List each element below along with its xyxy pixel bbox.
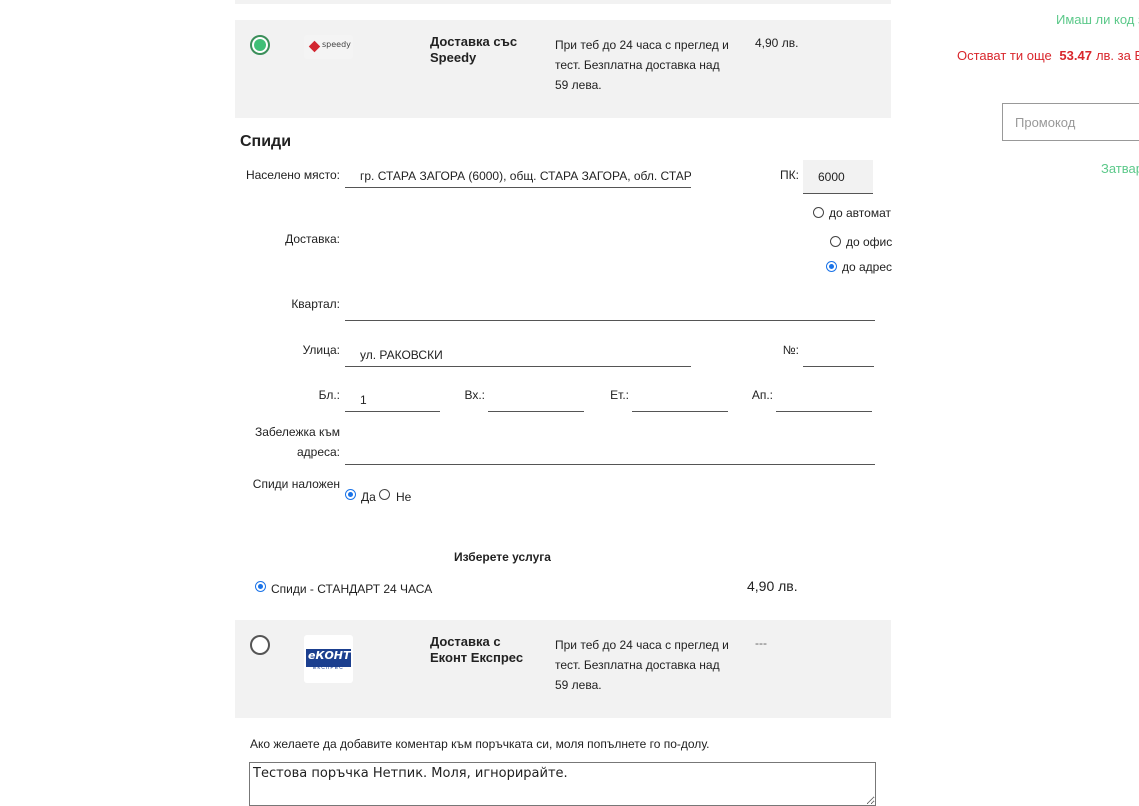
city-label: Населено място: — [245, 168, 340, 182]
apartment-input[interactable] — [776, 388, 872, 412]
promo-code-input[interactable] — [1002, 103, 1139, 141]
address-note-input[interactable] — [345, 441, 875, 465]
econt-logo-text: еКОНТ — [308, 649, 351, 662]
speedy-radio[interactable] — [250, 35, 270, 55]
delivery-locker-radio[interactable] — [813, 207, 824, 218]
econt-radio[interactable] — [250, 635, 270, 655]
service-standard-radio[interactable] — [255, 581, 266, 592]
delivery-address-label: до адрес — [842, 260, 893, 274]
shipping-option-econt[interactable]: еКОНТ ЕКСПРЕС Доставка с Еконт Експрес П… — [235, 620, 891, 718]
delivery-office-radio[interactable] — [830, 236, 841, 247]
district-label: Квартал: — [291, 297, 340, 311]
promo-code-question-link[interactable]: Имаш ли код з — [1056, 12, 1139, 27]
district-input[interactable] — [345, 297, 875, 321]
shipping-option-name: Доставка със Speedy — [430, 34, 518, 65]
free-shipping-remaining: Остават ти още 53.47лв. за БЕ — [957, 48, 1139, 63]
entrance-label: Вх.: — [464, 388, 485, 402]
number-label: №: — [782, 343, 799, 357]
delivery-locker-label: до автомат — [829, 206, 891, 220]
city-input[interactable] — [345, 164, 691, 188]
speedy-form-title: Спиди — [240, 133, 292, 150]
shipping-option-name: Доставка с Еконт Експрес — [430, 634, 524, 665]
block-input[interactable] — [345, 388, 440, 412]
shipping-option-price: --- — [755, 636, 767, 650]
apartment-label: Ап.: — [751, 388, 773, 402]
entrance-input[interactable] — [488, 388, 584, 412]
speedy-logo-text: speedy — [322, 40, 351, 49]
remaining-amount: 53.47 — [1059, 48, 1092, 63]
street-label: Улица: — [302, 343, 340, 357]
postcode-input[interactable] — [803, 160, 873, 194]
cod-no-radio[interactable] — [379, 489, 390, 500]
econt-logo-subtext: ЕКСПРЕС — [313, 665, 344, 671]
shipping-option-description: При теб до 24 часа с преглед и тест. Без… — [555, 638, 729, 692]
remaining-prefix: Остават ти още — [957, 48, 1052, 63]
delivery-office-label: до офис — [846, 235, 893, 249]
close-promo-link[interactable]: Затвар — [1101, 161, 1139, 176]
shipping-option-description: При теб до 24 часа с преглед и тест. Без… — [555, 38, 729, 92]
econt-logo: еКОНТ ЕКСПРЕС — [304, 635, 353, 683]
comment-label: Ако желаете да добавите коментар към пор… — [250, 737, 710, 751]
cod-yes-label: Да — [361, 490, 376, 504]
order-comment-textarea[interactable]: Тестова поръчка Нетпик. Моля, игнорирайт… — [249, 762, 876, 806]
service-price: 4,90 лв. — [747, 578, 798, 594]
cod-label: Спиди наложен — [252, 477, 340, 491]
remaining-suffix: лв. за БЕ — [1095, 48, 1139, 63]
floor-input[interactable] — [632, 388, 728, 412]
street-input[interactable] — [345, 343, 691, 367]
floor-label: Ет.: — [610, 388, 629, 402]
block-label: Бл.: — [318, 388, 340, 402]
shipping-option-speedy[interactable]: speedy Доставка със Speedy При теб до 24… — [235, 20, 891, 118]
cod-no-label: Не — [396, 490, 412, 504]
number-input[interactable] — [803, 343, 874, 367]
speedy-logo: speedy — [304, 35, 353, 59]
delivery-label: Доставка: — [285, 232, 340, 246]
shipping-option-price: 4,90 лв. — [755, 36, 799, 50]
delivery-address-radio[interactable] — [826, 261, 837, 272]
service-heading: Изберете услуга — [454, 550, 551, 564]
note-label-line1: Забележка към — [254, 425, 340, 439]
service-standard-label: Спиди - СТАНДАРТ 24 ЧАСА — [271, 582, 433, 596]
speedy-cube-icon — [308, 40, 321, 53]
postcode-label: ПК: — [780, 168, 799, 182]
note-label-line2: адреса: — [296, 445, 340, 459]
cod-yes-radio[interactable] — [345, 489, 356, 500]
previous-block-edge — [235, 0, 891, 4]
